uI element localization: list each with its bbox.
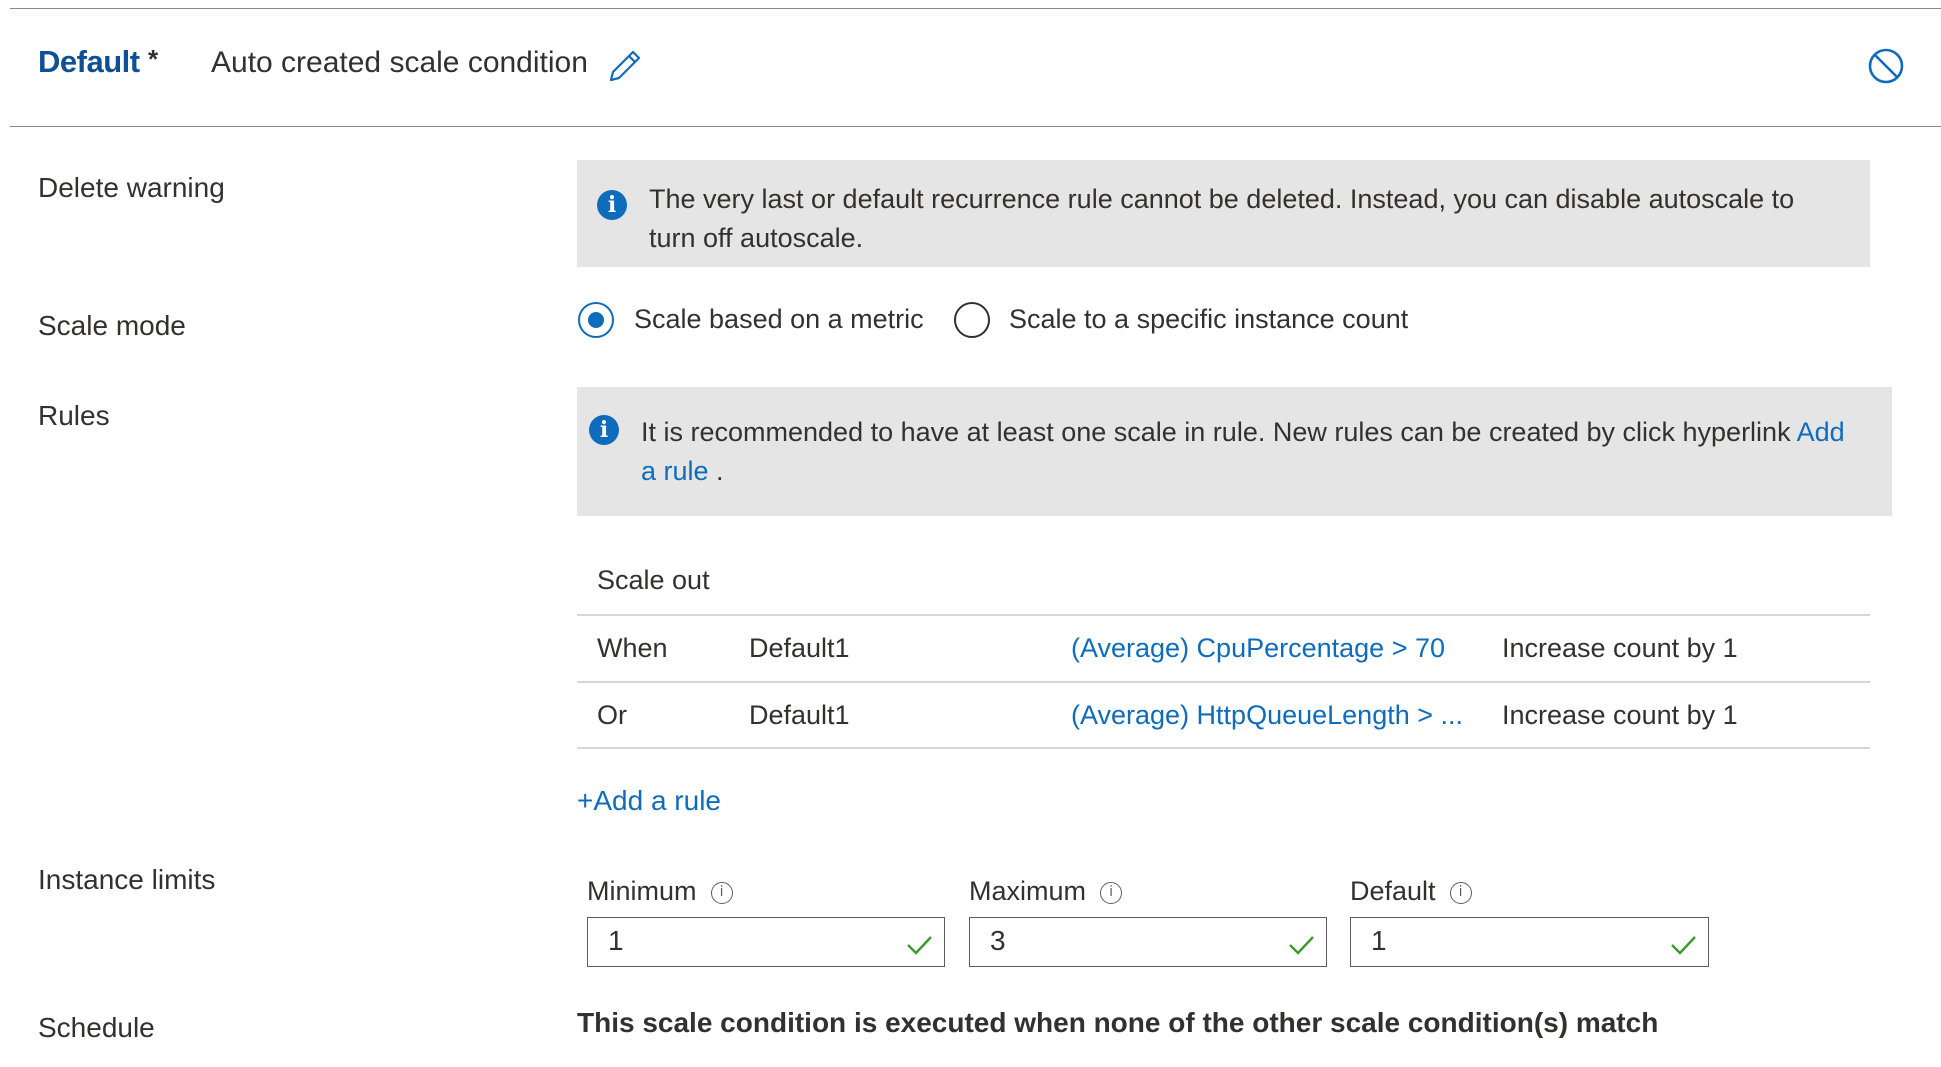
scale-out-title: Scale out: [597, 565, 710, 595]
rule-resource: Default1: [749, 633, 850, 663]
info-tooltip-icon[interactable]: i: [1449, 881, 1472, 904]
info-tooltip-icon[interactable]: i: [710, 881, 733, 904]
scale-metric-radio-label[interactable]: Scale based on a metric: [634, 304, 924, 335]
rule-action: Increase count by 1: [1502, 633, 1738, 663]
rule-condition: Or: [597, 700, 627, 730]
scale-instance-count-radio-label[interactable]: Scale to a specific instance count: [1009, 304, 1408, 335]
rules-label: Rules: [38, 400, 110, 431]
delete-warning-text-line1: The very last or default recurrence rule…: [649, 184, 1795, 214]
minimum-input[interactable]: 1: [587, 917, 945, 967]
rules-notice-text: It is recommended to have at least one s…: [641, 417, 1791, 447]
valid-check-icon: [1671, 936, 1696, 955]
rules-notice-box: i It is recommended to have at least one…: [577, 387, 1892, 516]
delete-warning-text-line2: turn off autoscale.: [649, 223, 864, 253]
modified-marker: *: [148, 44, 159, 74]
scale-instance-count-radio[interactable]: [954, 302, 990, 338]
info-icon: i: [597, 190, 627, 220]
disable-circle-icon[interactable]: [1866, 46, 1906, 86]
table-divider: [577, 614, 1870, 616]
add-rule-button[interactable]: +Add a rule: [577, 785, 721, 817]
valid-check-icon: [907, 936, 932, 955]
delete-warning-label: Delete warning: [38, 172, 225, 203]
instance-limits-label: Instance limits: [38, 864, 216, 895]
rule-resource: Default1: [749, 700, 850, 730]
condition-title[interactable]: Auto created scale condition: [211, 46, 588, 80]
rule-action: Increase count by 1: [1502, 700, 1738, 730]
schedule-description: This scale condition is executed when no…: [577, 1007, 1659, 1038]
default-value: 1: [1371, 925, 1387, 956]
default-field-label: Default i: [1350, 876, 1472, 907]
add-rule-link-part1[interactable]: Add: [1797, 417, 1845, 447]
delete-warning-box: i The very last or default recurrence ru…: [577, 160, 1870, 267]
header-divider: [10, 126, 1941, 127]
maximum-value: 3: [990, 925, 1006, 956]
schedule-label: Schedule: [38, 1012, 155, 1043]
scale-mode-label: Scale mode: [38, 310, 186, 341]
minimum-field-label: Minimum i: [587, 876, 733, 907]
info-icon: i: [589, 415, 619, 445]
rule-metric-link[interactable]: (Average) CpuPercentage > 70: [1071, 633, 1445, 664]
top-divider: [10, 8, 1941, 9]
add-rule-link-part2[interactable]: a rule: [641, 456, 709, 486]
rule-metric-link[interactable]: (Average) HttpQueueLength > ...: [1071, 700, 1463, 731]
condition-name: Default: [38, 44, 140, 79]
maximum-input[interactable]: 3: [969, 917, 1327, 967]
info-tooltip-icon[interactable]: i: [1100, 881, 1123, 904]
valid-check-icon: [1289, 936, 1314, 955]
table-divider: [577, 681, 1870, 683]
rules-notice-end: .: [708, 456, 724, 486]
table-divider: [577, 747, 1870, 749]
pencil-icon[interactable]: [605, 46, 645, 86]
minimum-value: 1: [608, 925, 624, 956]
default-input[interactable]: 1: [1350, 917, 1709, 967]
scale-metric-radio[interactable]: [578, 302, 614, 338]
rule-condition: When: [597, 633, 668, 663]
add-rule-label: Add a rule: [593, 785, 721, 816]
plus-icon: +: [577, 785, 594, 816]
maximum-field-label: Maximum i: [969, 876, 1123, 907]
